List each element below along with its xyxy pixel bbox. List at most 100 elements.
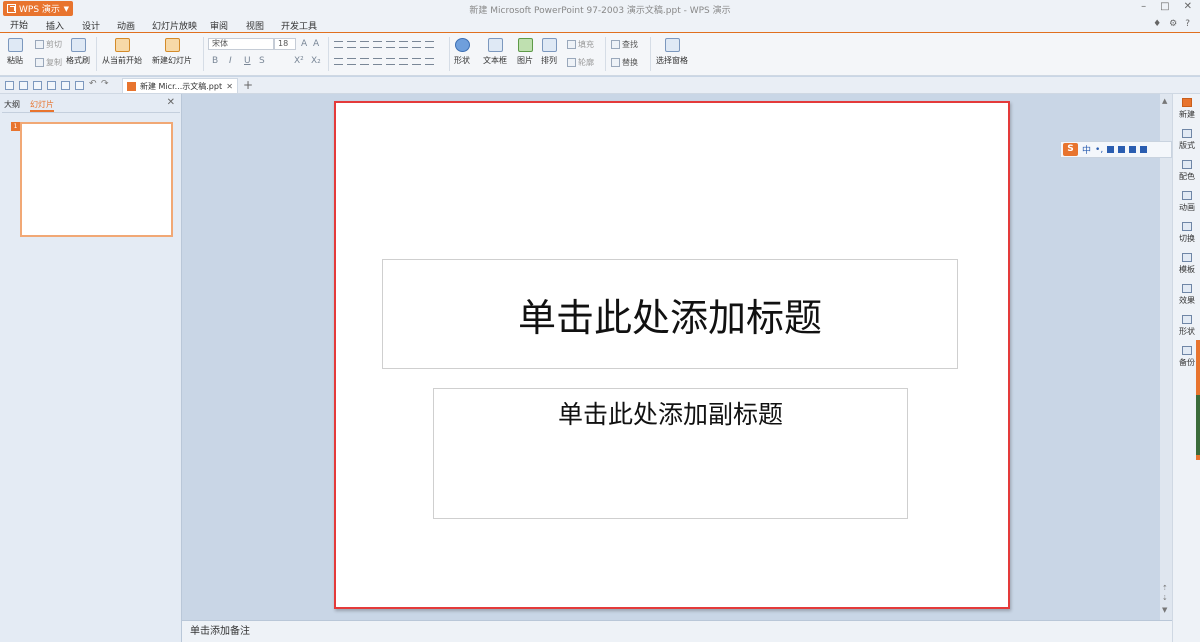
side-layout-button[interactable]: 版式	[1173, 129, 1200, 151]
new-slide-button[interactable]: 新建幻灯片	[152, 38, 192, 66]
picture-button[interactable]: 图片	[517, 38, 533, 66]
italic-button[interactable]: I	[229, 56, 232, 66]
subscript-button[interactable]: X₂	[311, 56, 321, 66]
find-icon	[611, 40, 620, 49]
keyboard-icon[interactable]	[1118, 146, 1126, 153]
close-panel-icon[interactable]: ✕	[167, 97, 175, 108]
microphone-icon[interactable]	[1107, 146, 1115, 153]
slide[interactable]: 单击此处添加标题 单击此处添加副标题	[334, 101, 1010, 609]
close-icon[interactable]: ✕	[1184, 1, 1192, 12]
ribbon: 粘贴 剪切 复制 格式刷 从当前开始 新建幻灯片 宋体 18 A A B I U…	[0, 33, 1200, 76]
tab-animation[interactable]: 动画	[117, 19, 135, 32]
cut-button[interactable]: 剪切	[35, 39, 62, 50]
quick-access-bar: ↶ ↷ 新建 Micr...示文稿.ppt ✕ +	[0, 77, 1200, 94]
list-buttons[interactable]	[334, 41, 434, 48]
ime-mode[interactable]: 中	[1082, 143, 1091, 156]
select-pane-button[interactable]: 选择窗格	[656, 38, 688, 66]
layout-icon	[1182, 129, 1192, 138]
font-size-select[interactable]: 18	[274, 38, 296, 50]
redo-icon[interactable]: ↷	[101, 79, 110, 89]
tab-developer[interactable]: 开发工具	[281, 19, 317, 32]
tab-review[interactable]: 审阅	[210, 19, 228, 32]
font-name-select[interactable]: 宋体	[208, 38, 274, 50]
punctuation-icon[interactable]: •,	[1095, 145, 1103, 155]
side-transition-button[interactable]: 切换	[1173, 222, 1200, 244]
tab-slides[interactable]: 幻灯片	[30, 99, 54, 112]
paste-button[interactable]: 粘贴	[7, 38, 23, 66]
side-new-button[interactable]: 新建	[1173, 98, 1200, 120]
skin-shirt-icon[interactable]	[1129, 146, 1137, 153]
copy-button[interactable]: 复制	[35, 57, 62, 68]
side-shape-button[interactable]: 形状	[1173, 315, 1200, 337]
minimize-icon[interactable]: –	[1141, 1, 1146, 12]
preview-icon[interactable]	[61, 81, 70, 90]
grow-font-icon[interactable]: A	[301, 39, 307, 49]
superscript-button[interactable]: X²	[294, 56, 304, 66]
select-pane-icon	[664, 38, 680, 52]
maximize-icon[interactable]: □	[1160, 1, 1169, 12]
replace-icon	[611, 58, 620, 67]
open-icon[interactable]	[5, 81, 14, 90]
document-tab[interactable]: 新建 Micr...示文稿.ppt ✕	[122, 78, 238, 93]
outline-button[interactable]: 轮廓	[567, 57, 594, 68]
template-icon	[1182, 253, 1192, 262]
tab-outline[interactable]: 大纲	[4, 99, 20, 112]
undo-icon[interactable]: ↶	[89, 79, 98, 89]
subtitle-placeholder[interactable]: 单击此处添加副标题	[433, 388, 908, 519]
slide-thumbnail[interactable]	[20, 122, 173, 237]
picture-icon	[517, 38, 533, 52]
scroll-up-page-icon[interactable]: ⇡	[1162, 584, 1168, 592]
print-icon[interactable]	[47, 81, 56, 90]
add-tab-icon[interactable]: +	[243, 78, 253, 92]
scroll-up-icon[interactable]: ▲	[1162, 97, 1167, 105]
arrange-icon	[541, 38, 557, 52]
slide-number: 1	[11, 122, 20, 131]
align-buttons[interactable]	[334, 58, 434, 65]
side-transition-label: 切换	[1179, 234, 1195, 243]
title-placeholder[interactable]: 单击此处添加标题	[382, 259, 958, 369]
export-icon[interactable]	[75, 81, 84, 90]
scroll-down-page-icon[interactable]: ⇣	[1162, 594, 1168, 602]
toolbox-icon[interactable]	[1140, 146, 1148, 153]
shape-button[interactable]: 形状	[454, 38, 470, 66]
menu-bar: 开始 插入 设计 动画 幻灯片放映 审阅 视图 开发工具 ♦ ⚙ ?	[0, 17, 1200, 34]
format-painter-button[interactable]: 格式刷	[66, 38, 90, 66]
ime-toolbar[interactable]: S 中 •,	[1060, 141, 1172, 158]
title-placeholder-text: 单击此处添加标题	[517, 295, 822, 340]
settings-icon[interactable]: ⚙	[1169, 19, 1177, 29]
replace-button[interactable]: 替换	[611, 57, 638, 68]
scroll-down-icon[interactable]: ▼	[1162, 606, 1167, 614]
side-color-button[interactable]: 配色	[1173, 160, 1200, 182]
bold-button[interactable]: B	[212, 56, 218, 66]
help-icon[interactable]: ?	[1185, 19, 1190, 29]
find-button[interactable]: 查找	[611, 39, 638, 50]
side-effect-button[interactable]: 效果	[1173, 284, 1200, 306]
save-icon[interactable]	[19, 81, 28, 90]
panel-divider	[2, 112, 180, 113]
copy-icon	[35, 58, 44, 67]
arrange-button[interactable]: 排列	[541, 38, 557, 66]
save-as-icon[interactable]	[33, 81, 42, 90]
tab-insert[interactable]: 插入	[46, 19, 64, 32]
shrink-font-icon[interactable]: A	[313, 39, 319, 49]
strikethrough-button[interactable]: S	[259, 56, 265, 66]
shape-label: 形状	[454, 56, 470, 65]
textbox-button[interactable]: 文本框	[483, 38, 507, 66]
tab-view[interactable]: 视图	[246, 19, 264, 32]
notes-pane[interactable]: 单击添加备注	[182, 620, 1172, 642]
effect-icon	[1182, 284, 1192, 293]
side-template-button[interactable]: 模板	[1173, 253, 1200, 275]
play-from-current-button[interactable]: 从当前开始	[102, 38, 142, 66]
side-animation-label: 动画	[1179, 203, 1195, 212]
skin-icon[interactable]: ♦	[1153, 19, 1161, 29]
tab-home[interactable]: 开始	[10, 18, 29, 34]
tab-design[interactable]: 设计	[82, 19, 100, 32]
tab-slideshow[interactable]: 幻灯片放映	[152, 19, 197, 32]
play-from-current-label: 从当前开始	[102, 56, 142, 65]
close-tab-icon[interactable]: ✕	[226, 82, 233, 91]
new-icon	[1182, 98, 1192, 107]
fill-button[interactable]: 填充	[567, 39, 594, 50]
vertical-scrollbar[interactable]: ▲ ⇡ ⇣ ▼	[1160, 94, 1172, 620]
side-animation-button[interactable]: 动画	[1173, 191, 1200, 213]
underline-button[interactable]: U	[244, 56, 251, 66]
